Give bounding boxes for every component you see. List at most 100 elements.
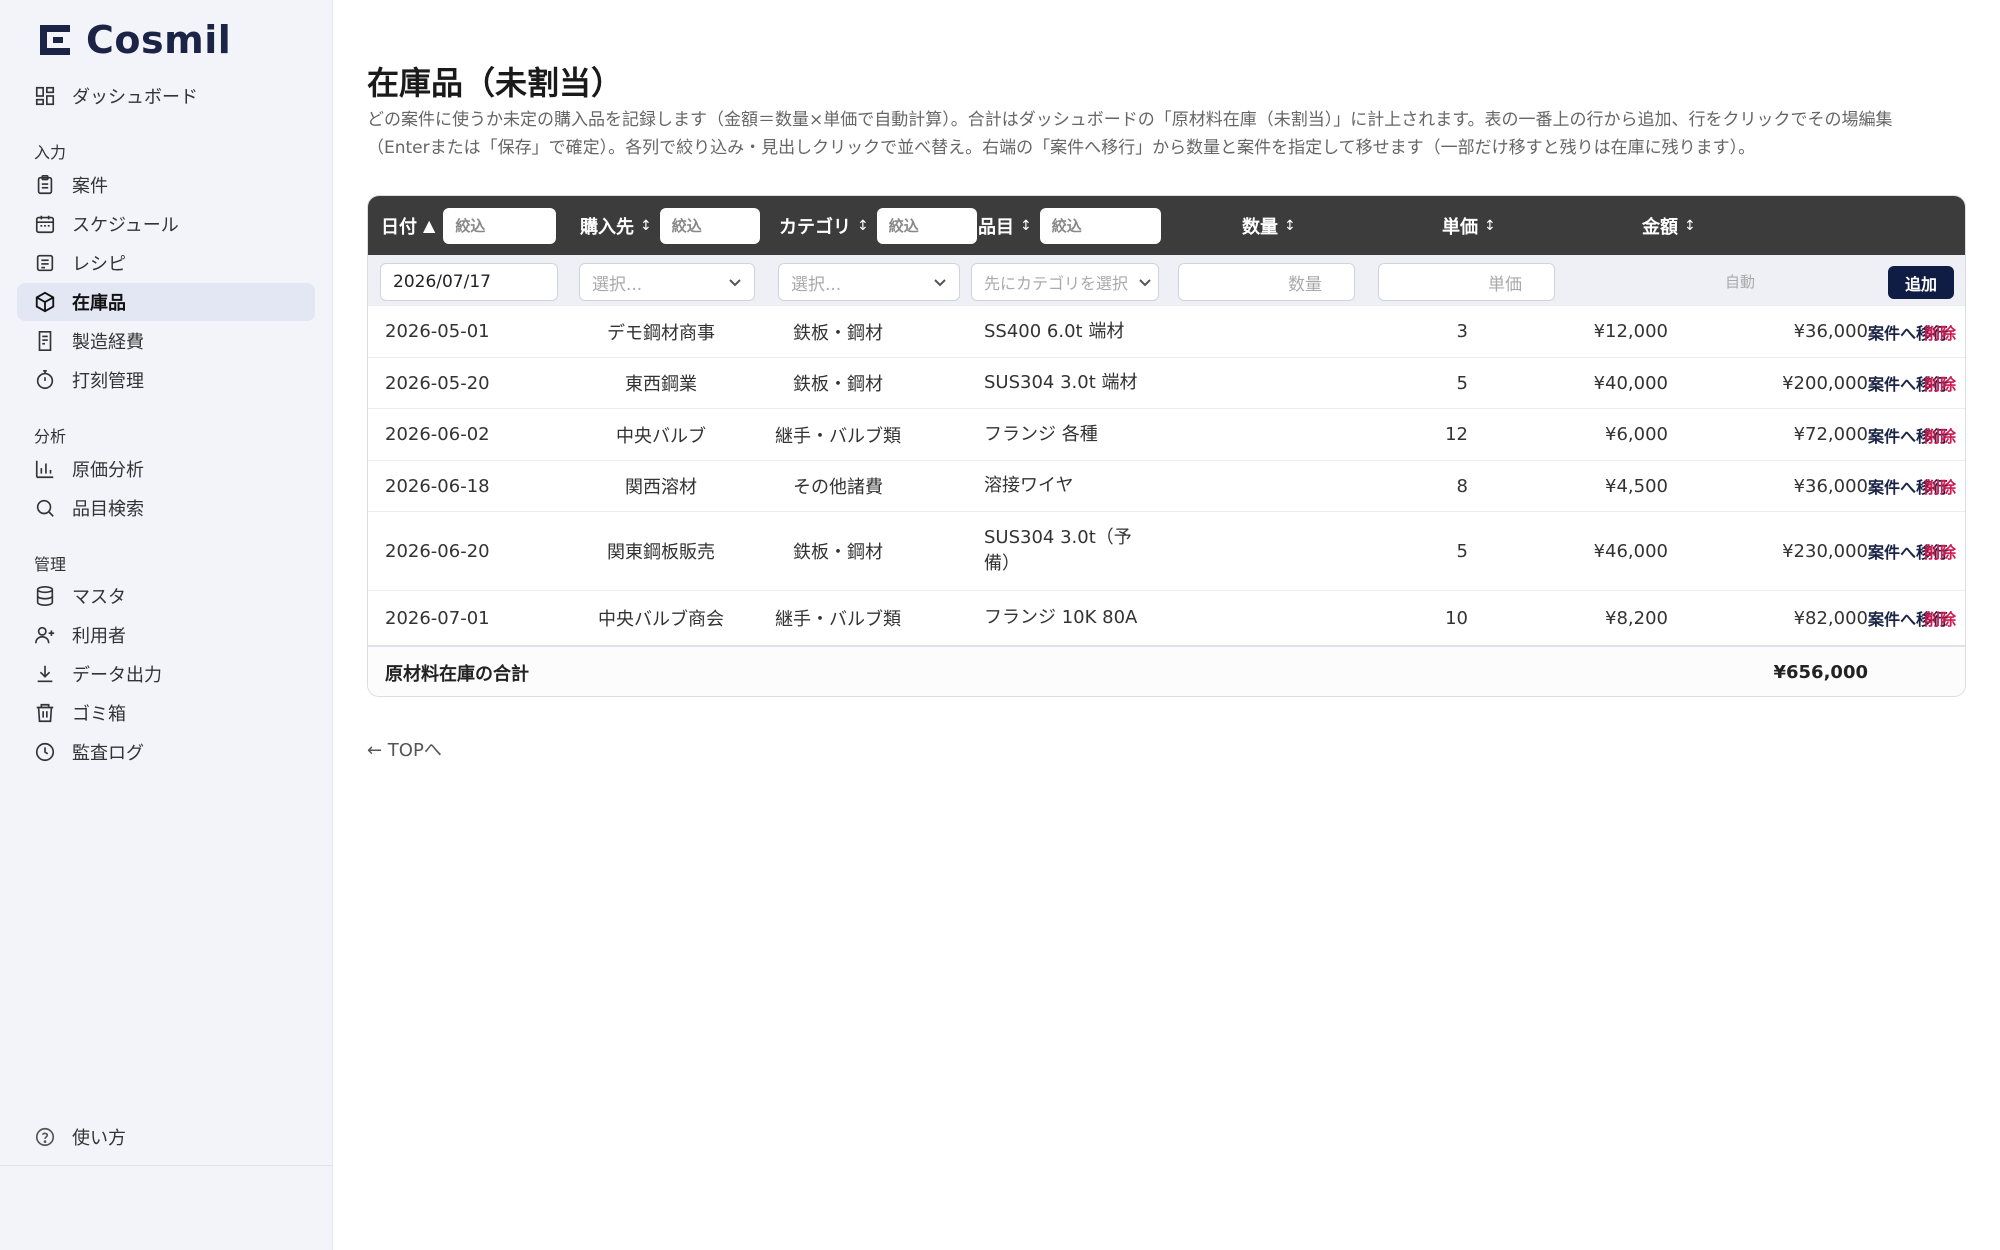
add-button[interactable]: 追加 [1888,266,1954,299]
brand-name: Cosmil [86,18,232,62]
chevron-down-icon [729,278,741,286]
cell-date: 2026-06-18 [385,475,490,497]
sidebar-item-item-search[interactable]: 品目検索 [17,489,315,527]
date-input[interactable]: 2026/07/17 [380,263,558,301]
column-header-label: 単価 [1442,216,1478,238]
sidebar-item-cost-analysis[interactable]: 原価分析 [17,450,315,488]
cell-unit-price: ¥46,000 [1593,540,1668,562]
search-icon [36,499,54,517]
cell-qty: 5 [1456,372,1468,394]
sidebar-item-users[interactable]: 利用者 [17,616,315,654]
receipt-icon [38,331,52,351]
column-header-unit-price[interactable]: 単価 ↕ [1442,196,1496,255]
table-row[interactable]: 2026-05-20 東西鋼業 鉄板・鋼材 SUS304 3.0t 端材 5 ¥… [368,357,1965,408]
cell-category: 鉄板・鋼材 [793,374,883,395]
cell-unit-price: ¥12,000 [1593,321,1668,342]
sidebar-item-label: スケジュール [72,215,179,236]
delete-button[interactable]: 削除 [1918,409,1956,460]
select-placeholder: 先にカテゴリを選択 [984,274,1129,293]
cell-item: 溶接ワイヤ [984,475,1074,496]
delete-button[interactable]: 削除 [1918,512,1956,590]
cell-vendor: 関東鋼板販売 [607,542,715,563]
chevron-down-icon [1139,278,1151,286]
cell-category: 継手・バルブ類 [775,609,901,630]
cell-date: 2026-06-02 [385,424,490,445]
cell-vendor: 関西溶材 [625,477,697,498]
sidebar-item-master[interactable]: マスタ [17,577,315,615]
cell-vendor: 東西鋼業 [625,374,697,395]
clipboard-icon [37,175,53,195]
item-select[interactable]: 先にカテゴリを選択 [971,263,1159,301]
cell-item: SS400 6.0t 端材 [984,320,1125,342]
table-row[interactable]: 2026-07-01 中央バルブ商会 継手・バルブ類 フランジ 10K 80A … [368,590,1965,645]
delete-button[interactable]: 削除 [1918,358,1956,408]
delete-button[interactable]: 削除 [1918,306,1956,357]
sidebar-item-label: データ出力 [72,665,162,686]
column-header-label: 数量 [1242,216,1278,238]
inventory-table: 日付 ▲ 絞込 購入先 ↕ 絞込 カテゴリ ↕ 絞込 品目 ↕ 絞込 数量 ↕ … [367,195,1966,697]
sidebar-item-projects[interactable]: 案件 [17,166,315,204]
sidebar-item-label: 監査ログ [72,743,144,764]
cell-qty: 8 [1456,475,1468,497]
category-select[interactable]: 選択... [778,263,960,301]
sidebar-item-recipe[interactable]: レシピ [17,244,315,282]
sort-icon: ↕ [857,217,869,234]
column-header-qty[interactable]: 数量 ↕ [1242,196,1296,255]
sidebar-item-data-export[interactable]: データ出力 [17,655,315,693]
brand-logo[interactable]: Cosmil [38,18,231,62]
cell-qty: 12 [1445,424,1468,445]
column-header-category[interactable]: カテゴリ ↕ 絞込 [779,196,977,255]
sidebar-item-audit-log[interactable]: 監査ログ [17,733,315,771]
cell-unit-price: ¥8,200 [1605,607,1668,629]
sidebar-item-label: 品目検索 [72,499,144,520]
sidebar-item-label: ゴミ箱 [72,704,126,725]
user-plus-icon [35,626,55,644]
sidebar-item-mfg-expenses[interactable]: 製造経費 [17,322,315,360]
cell-category: 鉄板・鋼材 [793,322,883,344]
filter-input-category[interactable]: 絞込 [876,207,977,244]
column-header-vendor[interactable]: 購入先 ↕ 絞込 [580,196,760,255]
clock-icon [35,742,55,762]
unit-price-input[interactable]: 単価 [1378,263,1555,301]
filter-input-item[interactable]: 絞込 [1039,207,1161,244]
vendor-select[interactable]: 選択... [579,263,755,301]
sidebar-item-label: 利用者 [72,626,126,647]
sort-icon: ↕ [640,217,652,234]
table-row[interactable]: 2026-06-02 中央バルブ 継手・バルブ類 フランジ 各種 12 ¥6,0… [368,408,1965,460]
qty-input[interactable]: 数量 [1178,263,1355,301]
sidebar-item-inventory[interactable]: 在庫品 [17,283,315,321]
table-row[interactable]: 2026-06-20 関東鋼板販売 鉄板・鋼材 SUS304 3.0t（予備） … [368,511,1965,590]
recipe-icon [36,254,54,272]
sidebar-item-help[interactable]: 使い方 [17,1118,315,1156]
sidebar-item-label: 案件 [72,176,108,197]
column-header-amount[interactable]: 金額 ↕ [1642,196,1696,255]
sidebar-item-label: ダッシュボード [72,87,198,108]
filter-input-vendor[interactable]: 絞込 [659,207,760,244]
sidebar-item-schedule[interactable]: スケジュール [17,205,315,243]
sidebar: Cosmil ダッシュボード 入力 案件 スケジュール レシピ 在庫品 製造経費… [0,0,333,1250]
column-header-item[interactable]: 品目 ↕ 絞込 [978,196,1161,255]
timer-icon [36,370,54,390]
table-row[interactable]: 2026-05-01 デモ鋼材商事 鉄板・鋼材 SS400 6.0t 端材 3 … [368,305,1965,357]
nav-section-input: 入力 [34,143,67,162]
cell-vendor: 中央バルブ [616,425,706,447]
delete-button[interactable]: 削除 [1918,591,1956,645]
sort-icon: ↕ [1020,217,1032,234]
table-row[interactable]: 2026-06-18 関西溶材 その他諸費 溶接ワイヤ 8 ¥4,500 ¥36… [368,460,1965,511]
cell-date: 2026-05-01 [385,321,490,342]
back-to-top-link[interactable]: ← TOPへ [367,736,442,762]
cell-date: 2026-07-01 [385,607,490,629]
delete-button[interactable]: 削除 [1918,461,1956,511]
sidebar-item-dashboard[interactable]: ダッシュボード [17,77,315,115]
calendar-icon [35,215,55,234]
sidebar-item-timecard[interactable]: 打刻管理 [17,361,315,399]
filter-input-date[interactable]: 絞込 [443,207,557,244]
cell-qty: 10 [1445,607,1468,629]
total-value: ¥656,000 [1773,662,1868,683]
amount-auto-label: 自動 [1725,273,1756,291]
chevron-down-icon [934,278,946,286]
sidebar-item-trash[interactable]: ゴミ箱 [17,694,315,732]
column-header-date[interactable]: 日付 ▲ 絞込 [381,196,557,255]
sidebar-item-label: 打刻管理 [72,371,144,392]
sort-icon: ↕ [1484,217,1496,234]
